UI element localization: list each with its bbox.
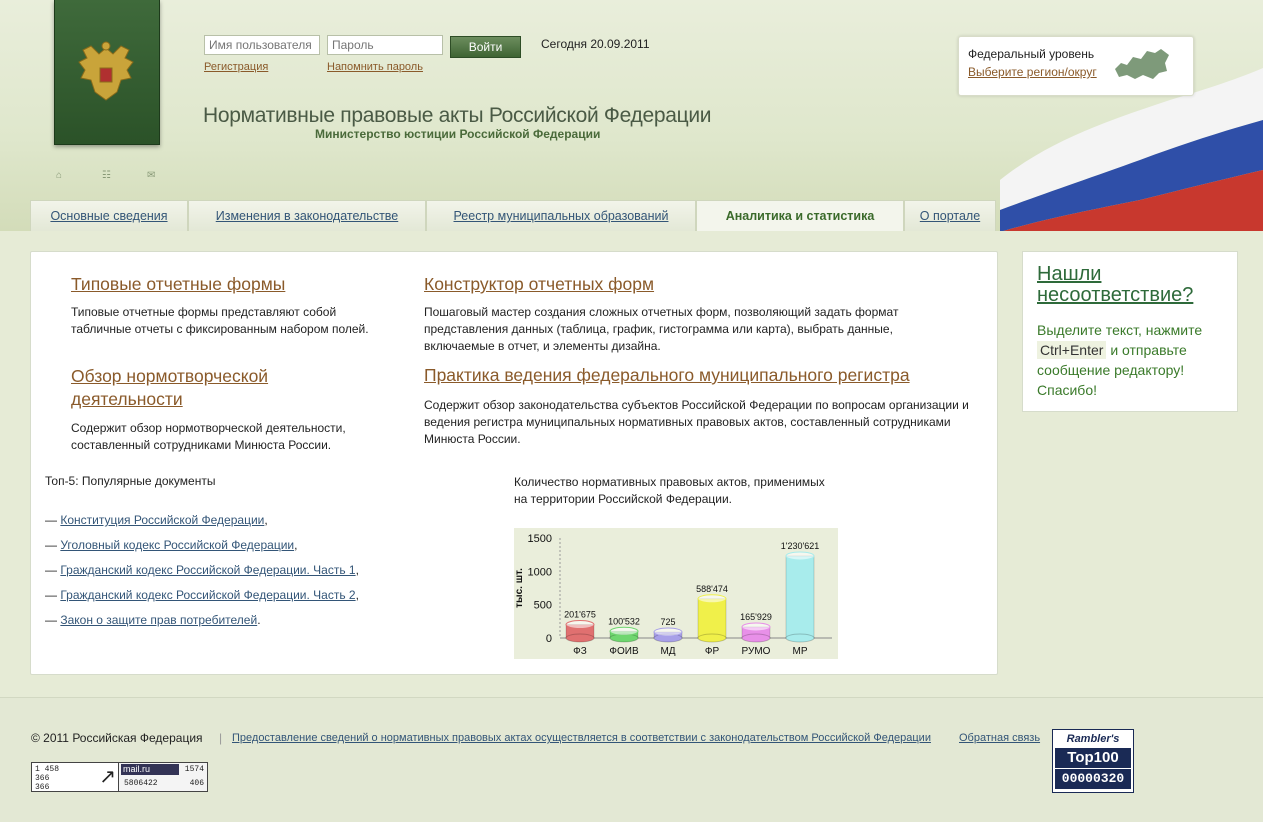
password-input[interactable] [327, 35, 443, 55]
x-tick-label: ФОИВ [609, 646, 639, 657]
russia-map-icon[interactable] [1113, 45, 1171, 83]
data-label: 100'532 [608, 616, 640, 626]
top5-link[interactable]: Гражданский кодекс Российской Федерации.… [60, 563, 355, 577]
bar-base [565, 633, 595, 643]
data-label: 725 [660, 617, 675, 627]
y-tick-label: 0 [546, 633, 552, 645]
acts-count-chart[interactable]: 0 500 1000 1500 тыс. шт. 201'675 ФЗ 100'532 ФОИВ… [514, 528, 838, 659]
y-tick-label: 500 [534, 600, 552, 612]
double-headed-eagle-icon [78, 41, 134, 101]
feedback-panel: Нашли несоответствие? Выделите текст, на… [1022, 251, 1238, 412]
tab-legislation-changes[interactable]: Изменения в законодательстве [188, 200, 426, 231]
list-item: — Уголовный кодекс Российской Федерации, [45, 538, 298, 552]
bar-top [785, 551, 815, 561]
data-label: 588'474 [696, 584, 728, 594]
bar [697, 598, 727, 639]
sitemap-icon[interactable]: ☷ [102, 170, 111, 181]
x-tick-label: РУМО [742, 646, 771, 657]
arrow-icon: ↗ [99, 764, 116, 788]
feedback-instructions: Выделите текст, нажмите Ctrl+Enter и отп… [1037, 322, 1203, 398]
list-item: — Гражданский кодекс Российской Федераци… [45, 563, 359, 577]
mailru-logo: mail.ru [121, 764, 179, 775]
bar-top [697, 594, 727, 604]
region-label: Федеральный уровень [968, 47, 1095, 61]
rulemaking-review-link[interactable]: Обзор нормотворческой деятельности [71, 365, 321, 411]
x-tick-label: МР [793, 646, 808, 657]
top5-link[interactable]: Конституция Российской Федерации [60, 513, 264, 527]
feedback-link[interactable]: Обратная связь [959, 732, 1040, 744]
select-region-link[interactable]: Выберите регион/округ [968, 65, 1097, 79]
bar-top [565, 620, 595, 630]
site-subtitle: Министерство юстиции Российской Федераци… [315, 127, 601, 141]
legal-info-link[interactable]: Предоставление сведений о нормативных пр… [232, 732, 931, 744]
top5-link[interactable]: Уголовный кодекс Российской Федерации [60, 538, 294, 552]
coat-of-arms-logo[interactable] [54, 0, 160, 145]
bar-base [697, 633, 727, 643]
username-input[interactable] [204, 35, 320, 55]
ctrl-enter-shortcut: Ctrl+Enter [1037, 341, 1107, 359]
data-label: 1'230'621 [781, 541, 819, 551]
mailru-counter[interactable]: mail.ru 1574 5806422 406 [118, 762, 208, 792]
tab-municipal-registry[interactable]: Реестр муниципальных образований [426, 200, 696, 231]
liveinternet-counter[interactable]: 1 458 366 366 ↗ [31, 762, 119, 792]
today-date: Сегодня 20.09.2011 [541, 37, 650, 51]
bar-base [785, 633, 815, 643]
register-link[interactable]: Регистрация [204, 61, 268, 73]
bar-top [609, 626, 639, 636]
remind-password-link[interactable]: Напомнить пароль [327, 61, 423, 73]
y-tick-label: 1500 [528, 533, 552, 545]
mail-icon[interactable]: ✉ [147, 170, 155, 181]
list-item: — Конституция Российской Федерации, [45, 513, 268, 527]
top5-title: Топ-5: Популярные документы [45, 474, 216, 488]
bar-top [653, 627, 683, 637]
bar-base [741, 633, 771, 643]
x-tick-label: МД [660, 646, 675, 657]
login-button[interactable]: Войти [450, 36, 521, 58]
list-item: — Закон о защите прав потребителей. [45, 613, 261, 627]
top5-link[interactable]: Гражданский кодекс Российской Федерации.… [60, 588, 355, 602]
copyright: © 2011 Российская Федерация [31, 731, 203, 745]
top5-link[interactable]: Закон о защите прав потребителей [60, 613, 257, 627]
rambler-top100-counter[interactable]: Rambler's Top100 00000320 [1052, 729, 1134, 793]
municipal-registry-practice-text: Содержит обзор законодательства субъекто… [424, 398, 969, 446]
tab-basic-info[interactable]: Основные сведения [30, 200, 188, 231]
y-tick-label: 1000 [528, 566, 552, 578]
footer-separator: | [219, 731, 223, 745]
site-header: ⌂ ☷ ✉ Войти Регистрация Напомнить пароль… [0, 0, 1263, 231]
y-axis-label: тыс. шт. [514, 568, 525, 608]
site-title: Нормативные правовые акты Российской Фед… [203, 104, 712, 127]
list-item: — Гражданский кодекс Российской Федераци… [45, 588, 359, 602]
main-content-panel: Типовые отчетные формы Типовые отчетные … [30, 251, 998, 675]
typical-forms-text: Типовые отчетные формы представляют собо… [71, 305, 369, 336]
home-icon[interactable]: ⌂ [56, 170, 62, 181]
rulemaking-review-text: Содержит обзор нормотворческой деятельно… [71, 421, 346, 452]
typical-forms-link[interactable]: Типовые отчетные формы [71, 274, 285, 295]
bar-top [741, 622, 771, 632]
form-constructor-text: Пошаговый мастер создания сложных отчетн… [424, 305, 899, 353]
found-mismatch-title[interactable]: Нашли несоответствие? [1037, 264, 1237, 306]
chart-svg: 0 500 1000 1500 тыс. шт. 201'675 ФЗ 100'532 ФОИВ… [514, 533, 832, 657]
x-tick-label: ФЗ [573, 646, 587, 657]
municipal-registry-practice-link[interactable]: Практика ведения федерального муниципаль… [424, 365, 910, 386]
region-selector: Федеральный уровень Выберите регион/окру… [958, 36, 1194, 96]
data-label: 201'675 [564, 610, 596, 620]
chart-caption: Количество нормативных правовых актов, п… [514, 475, 825, 506]
data-label: 165'929 [740, 612, 772, 622]
x-tick-label: ФР [705, 646, 720, 657]
tab-analytics[interactable]: Аналитика и статистика [696, 200, 904, 231]
bar [785, 555, 815, 639]
form-constructor-link[interactable]: Конструктор отчетных форм [424, 274, 654, 295]
tab-about[interactable]: О портале [904, 200, 996, 231]
